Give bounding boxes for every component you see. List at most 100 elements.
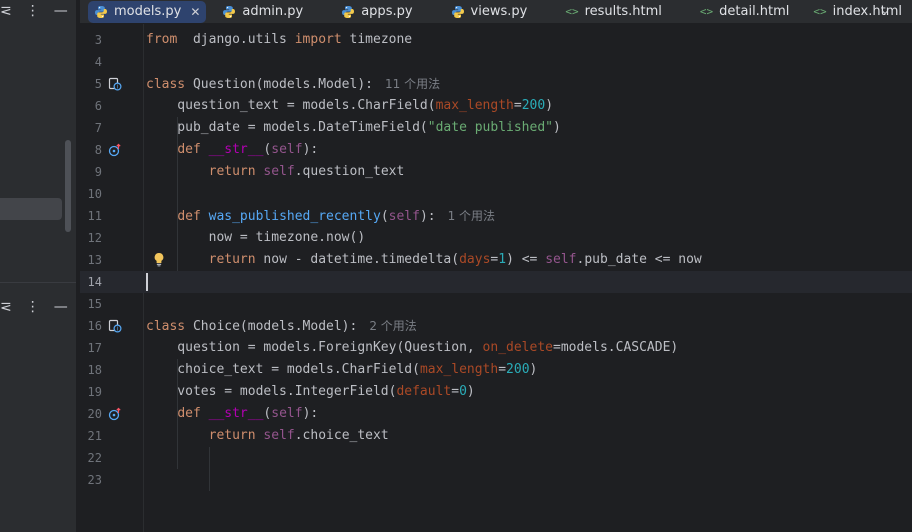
code-token: was_published_recently (208, 209, 381, 224)
tab-label: results.html (584, 4, 662, 19)
more-icon[interactable]: ⋮ (26, 4, 40, 18)
chevron-down-icon[interactable]: ⌄ (880, 3, 890, 17)
indent-guide (208, 447, 210, 491)
line-number: 3 (94, 33, 102, 47)
tab-label: admin.py (242, 4, 304, 19)
code-token: __str__ (208, 142, 264, 157)
code-line[interactable]: 20 def __str__(self): (80, 403, 912, 425)
code-line[interactable]: 14 (80, 271, 912, 293)
code-line[interactable]: 12 now = timezone.now() (80, 227, 912, 249)
code-token: on_delete (482, 340, 553, 355)
project-tree-selected-item[interactable] (0, 198, 62, 220)
line-number: 5 (94, 77, 102, 91)
code-text: def was_published_recently(self): 1 个用法 (146, 205, 495, 228)
code-line[interactable]: 10 (80, 183, 912, 205)
code-token: 200 (521, 98, 546, 113)
tab-models-py[interactable]: models.py ✕ (88, 0, 207, 23)
code-token: default (396, 384, 452, 399)
code-line[interactable]: 15 (80, 293, 912, 315)
editor-tab-bar: models.py ✕ admin.py apps.py views.py <> resul… (80, 0, 912, 24)
tab-views-py[interactable]: views.py (451, 0, 527, 24)
code-line[interactable]: 11 def was_published_recently(self): 1 个用… (80, 205, 912, 227)
minimize-icon[interactable]: — (54, 300, 68, 314)
code-line[interactable]: 5 Iclass Question(models.Model): 11 个用法 (80, 73, 912, 95)
code-token: question_text = models.CharField( (146, 98, 436, 113)
code-line[interactable]: 3 from django.utils import timezone (80, 29, 912, 51)
code-token: def (177, 209, 201, 224)
code-token: ): (302, 406, 319, 421)
code-line[interactable]: 19 votes = models.IntegerField(default=0… (80, 381, 912, 403)
tab-label: detail.html (719, 4, 790, 19)
class-usages-icon[interactable]: I (108, 319, 122, 333)
code-token: ): (419, 209, 436, 224)
minimize-icon[interactable]: — (54, 4, 68, 18)
code-token: days (459, 252, 491, 267)
code-token: Choice(models.Model): (185, 319, 358, 334)
code-line[interactable]: 22 (80, 447, 912, 469)
line-number: 7 (94, 121, 102, 135)
code-token: ) <= (506, 252, 546, 267)
code-token: = (513, 98, 522, 113)
code-token: ): (302, 142, 319, 157)
usages-inlay-hint[interactable]: 11 个用法 (385, 77, 440, 91)
text-caret (146, 273, 148, 291)
code-token: = (498, 362, 507, 377)
usages-inlay-hint[interactable]: 2 个用法 (369, 319, 416, 333)
indent-guide (177, 359, 179, 469)
line-number: 15 (87, 297, 102, 311)
close-icon[interactable]: ✕ (190, 5, 200, 19)
code-token: self (271, 406, 303, 421)
tool-window-toolbar-bottom: ⋜ ⋮ — (0, 296, 76, 318)
tab-detail-html[interactable]: <> detail.html (700, 0, 790, 24)
override-icon[interactable] (108, 407, 122, 421)
code-line[interactable]: 13 return now - datetime.timedelta(days=… (80, 249, 912, 271)
tab-admin-py[interactable]: admin.py (222, 0, 303, 24)
code-line[interactable]: 4 (80, 51, 912, 73)
code-line[interactable]: 8 def __str__(self): (80, 139, 912, 161)
code-text: def __str__(self): (146, 403, 318, 425)
code-line[interactable]: 9 return self.question_text (80, 161, 912, 183)
code-line[interactable]: 21 return self.choice_text (80, 425, 912, 447)
code-token: ( (380, 209, 389, 224)
code-text: now = timezone.now() (146, 227, 366, 249)
code-text: question = models.ForeignKey(Question, o… (146, 337, 678, 359)
line-number: 13 (87, 253, 102, 267)
code-line[interactable]: 16 Iclass Choice(models.Model): 2 个用法 (80, 315, 912, 337)
override-icon[interactable] (108, 143, 122, 157)
code-line[interactable]: 6 question_text = models.CharField(max_l… (80, 95, 912, 117)
tool-window-scrollbar[interactable] (65, 140, 71, 232)
line-number: 17 (87, 341, 102, 355)
code-text: class Question(models.Model): 11 个用法 (146, 73, 440, 96)
usages-inlay-hint[interactable]: 1 个用法 (448, 209, 495, 223)
code-text: from django.utils import timezone (146, 29, 412, 51)
code-token: .choice_text (294, 428, 389, 443)
code-text: return self.question_text (146, 161, 405, 183)
code-token: __str__ (208, 406, 264, 421)
tab-label: apps.py (361, 4, 413, 19)
python-file-icon (451, 5, 465, 19)
code-line[interactable]: 7 pub_date = models.DateTimeField("date … (80, 117, 912, 139)
code-line[interactable]: 18 choice_text = models.CharField(max_le… (80, 359, 912, 381)
code-token: class (146, 319, 186, 334)
code-text: choice_text = models.CharField(max_lengt… (146, 359, 537, 381)
more-icon[interactable]: ⋮ (26, 300, 40, 314)
tab-results-html[interactable]: <> results.html (565, 0, 662, 24)
html-file-icon: <> (565, 5, 579, 18)
tab-apps-py[interactable]: apps.py (341, 0, 413, 24)
line-number: 11 (87, 209, 102, 223)
code-editor[interactable]: 3 from django.utils import timezone 4 5 Icla… (80, 24, 912, 532)
code-text: question_text = models.CharField(max_len… (146, 95, 553, 117)
python-file-icon (341, 5, 355, 19)
collapse-icon[interactable]: ⋜ (0, 300, 12, 314)
code-line[interactable]: 17 question = models.ForeignKey(Question… (80, 337, 912, 359)
code-token: choice_text = models.CharField( (146, 362, 420, 377)
code-line[interactable]: 23 (80, 469, 912, 491)
collapse-icon[interactable]: ⋜ (0, 4, 12, 18)
class-usages-icon[interactable]: I (108, 77, 122, 91)
code-token: ) (529, 362, 538, 377)
code-token: def (177, 142, 201, 157)
